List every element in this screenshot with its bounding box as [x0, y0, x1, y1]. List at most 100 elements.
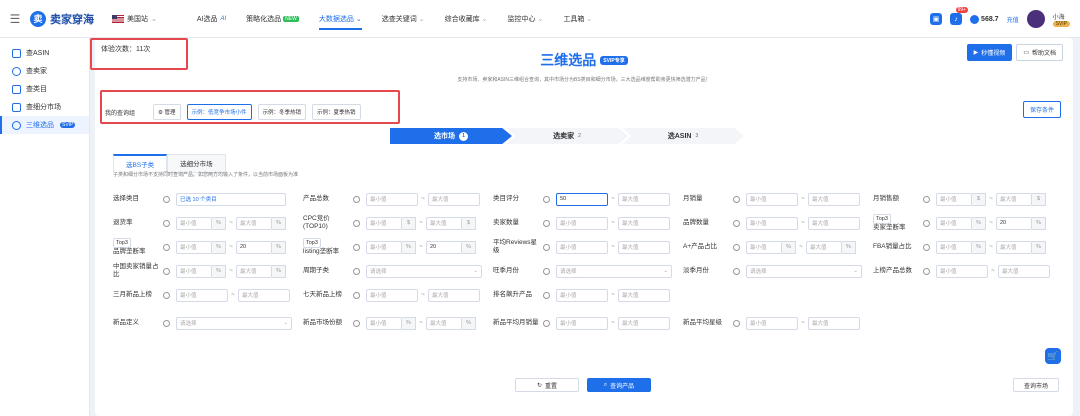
sidebar-item-niche[interactable]: 查细分市场 — [0, 98, 89, 116]
coin-icon — [970, 14, 980, 24]
min-input[interactable]: 最小值 — [556, 240, 608, 254]
max-input[interactable]: 最大值 — [998, 264, 1050, 278]
max-input[interactable]: 最大值 — [808, 316, 860, 330]
min-input[interactable]: 最小值 — [936, 192, 972, 206]
sidebar-item-3d-select[interactable]: 三维选品 SVIP — [0, 116, 89, 134]
max-input[interactable]: 20 — [996, 216, 1032, 230]
category-select[interactable]: 已选 10 个类目 — [176, 192, 286, 206]
logo[interactable]: 卖 卖家穿海 — [30, 10, 94, 27]
nav-toolbox[interactable]: 工具箱 ⌄ — [563, 14, 592, 24]
play-icon: ▶ — [973, 50, 979, 56]
max-input[interactable]: 最大值 — [428, 192, 480, 206]
user-info[interactable]: 小海 SVIP — [1052, 12, 1070, 27]
select-placeholder: 请选择 — [750, 269, 767, 275]
nav-keywords[interactable]: 选查关键词 ⌄ — [382, 14, 425, 24]
range-tilde: ~ — [611, 220, 615, 226]
min-input[interactable]: 50 — [556, 192, 608, 206]
min-input[interactable]: 最小值 — [366, 240, 402, 254]
video-button[interactable]: ▶ 秒懂视频 — [966, 44, 1013, 61]
max-input[interactable]: 最大值 — [236, 264, 272, 278]
min-input[interactable]: 最小值 — [366, 216, 402, 230]
form-row: 中国卖家销量占比 最小值% ~ 最大值% 周期子类 请选择 ⌄ 旺季月份 请选择 ⌄ 淡… — [113, 261, 1063, 281]
sidebar-item-asin[interactable]: 查ASIN — [0, 44, 89, 62]
app-icon[interactable]: ▣ — [930, 13, 943, 25]
max-input[interactable]: 最大值 — [996, 240, 1032, 254]
min-input[interactable]: 最小值 — [176, 216, 212, 230]
nav-strategy-select[interactable]: 策略化选品 NEW — [246, 14, 299, 24]
min-input[interactable]: 最小值 — [366, 288, 418, 302]
max-input[interactable]: 最大值 — [236, 216, 272, 230]
new-definition-select[interactable]: 请选择 ⌄ — [176, 316, 292, 330]
min-input[interactable]: 最小值 — [556, 216, 608, 230]
nav-monitor[interactable]: 监控中心 ⌄ — [507, 14, 543, 24]
step-seller[interactable]: 选卖家 2 — [506, 128, 628, 144]
min-input[interactable]: 最小值 — [936, 264, 988, 278]
min-input[interactable]: 最小值 — [746, 240, 782, 254]
min-input[interactable]: 最小值 — [176, 264, 212, 278]
sidebar-item-category[interactable]: 查类目 — [0, 80, 89, 98]
site-selector[interactable]: 美国站 ⌄ — [112, 14, 157, 24]
max-input[interactable]: 最大值 — [996, 192, 1032, 206]
field-label: Top3 卖家垄断率 — [873, 214, 923, 232]
reset-button[interactable]: ↻ 重置 — [515, 378, 579, 392]
field-label: 选择类目 — [113, 195, 139, 202]
cycle-select[interactable]: 请选择 ⌄ — [366, 264, 482, 278]
max-input[interactable]: 最大值 — [618, 240, 670, 254]
sidebar-item-seller[interactable]: 查卖家 — [0, 62, 89, 80]
max-input[interactable]: 最大值 — [238, 288, 290, 302]
query-market-button[interactable]: 查询市场 — [1013, 378, 1059, 392]
max-input[interactable]: 最大值 — [426, 216, 462, 230]
recharge-link[interactable]: 充值 — [1007, 15, 1019, 24]
nav-favorites[interactable]: 综合收藏库 ⌄ — [445, 14, 488, 24]
help-doc-button[interactable]: ▭ 帮助文档 — [1016, 44, 1063, 61]
bell-icon[interactable]: ♪ 99+ — [950, 7, 969, 25]
select-placeholder: 请选择 — [180, 321, 197, 327]
min-input[interactable]: 最小值 — [176, 288, 228, 302]
max-input[interactable]: 20 — [236, 240, 272, 254]
top3-select[interactable]: Top3 — [113, 238, 131, 248]
top3-select[interactable]: Top3 — [873, 214, 891, 224]
unit-suffix: % — [212, 240, 226, 254]
field-label: 旺季月份 — [493, 267, 519, 274]
step-market[interactable]: 选市场 1 — [390, 128, 512, 144]
bottom-actions: ↻ 重置 ⌕ 查询产品 — [515, 378, 651, 392]
nav-ai-select[interactable]: AI选品 AI — [197, 14, 226, 24]
off-month-select[interactable]: 请选择 ⌄ — [746, 264, 862, 278]
sidebar-item-label: 查ASIN — [26, 50, 50, 57]
cart-icon[interactable]: 🛒 — [1045, 348, 1061, 364]
max-input[interactable]: 最大值 — [428, 288, 480, 302]
max-input[interactable]: 最大值 — [618, 192, 670, 206]
min-input[interactable]: 最小值 — [746, 192, 798, 206]
min-input[interactable]: 最小值 — [556, 288, 608, 302]
min-input[interactable]: 最小值 — [746, 316, 798, 330]
unit-suffix: $ — [972, 192, 986, 206]
min-input[interactable]: 最小值 — [746, 216, 798, 230]
peak-month-select[interactable]: 请选择 ⌄ — [556, 264, 672, 278]
min-input[interactable]: 最小值 — [556, 316, 608, 330]
coin-balance: 568.7 — [970, 14, 999, 24]
top3-select[interactable]: Top3 — [303, 238, 321, 248]
nav-bigdata-select[interactable]: 大数据选品 ⌄ — [318, 14, 362, 30]
max-input[interactable]: 最大值 — [618, 288, 670, 302]
max-input[interactable]: 最大值 — [426, 316, 462, 330]
min-input[interactable]: 最小值 — [366, 192, 418, 206]
form-row: 选择类目 已选 10 个类目 产品总数 最小值 ~ 最大值 类目评分 50 ~ 最大值 … — [113, 189, 1063, 209]
max-input[interactable]: 最大值 — [618, 216, 670, 230]
field-monthly-revenue: 月销售额 最小值 $ ~ 最大值 $ — [873, 189, 1046, 209]
query-products-button[interactable]: ⌕ 查询产品 — [587, 378, 651, 392]
max-input[interactable]: 最大值 — [808, 192, 860, 206]
avatar[interactable] — [1026, 10, 1045, 28]
menu-icon[interactable]: ☰ — [0, 12, 30, 26]
max-input[interactable]: 20 — [426, 240, 462, 254]
min-input[interactable]: 最小值 — [936, 216, 972, 230]
max-input[interactable]: 最大值 — [618, 316, 670, 330]
max-input[interactable]: 最大值 — [806, 240, 842, 254]
step-asin[interactable]: 选ASIN 3 — [622, 128, 744, 144]
min-input[interactable]: 最小值 — [366, 316, 402, 330]
field-monthly-sales: 月销量 最小值 ~ 最大值 — [683, 189, 860, 209]
min-input[interactable]: 最小值 — [936, 240, 972, 254]
max-input[interactable]: 最大值 — [808, 216, 860, 230]
save-conditions-button[interactable]: 保存条件 — [1022, 101, 1061, 118]
highlight-box-query — [100, 90, 400, 124]
min-input[interactable]: 最小值 — [176, 240, 212, 254]
